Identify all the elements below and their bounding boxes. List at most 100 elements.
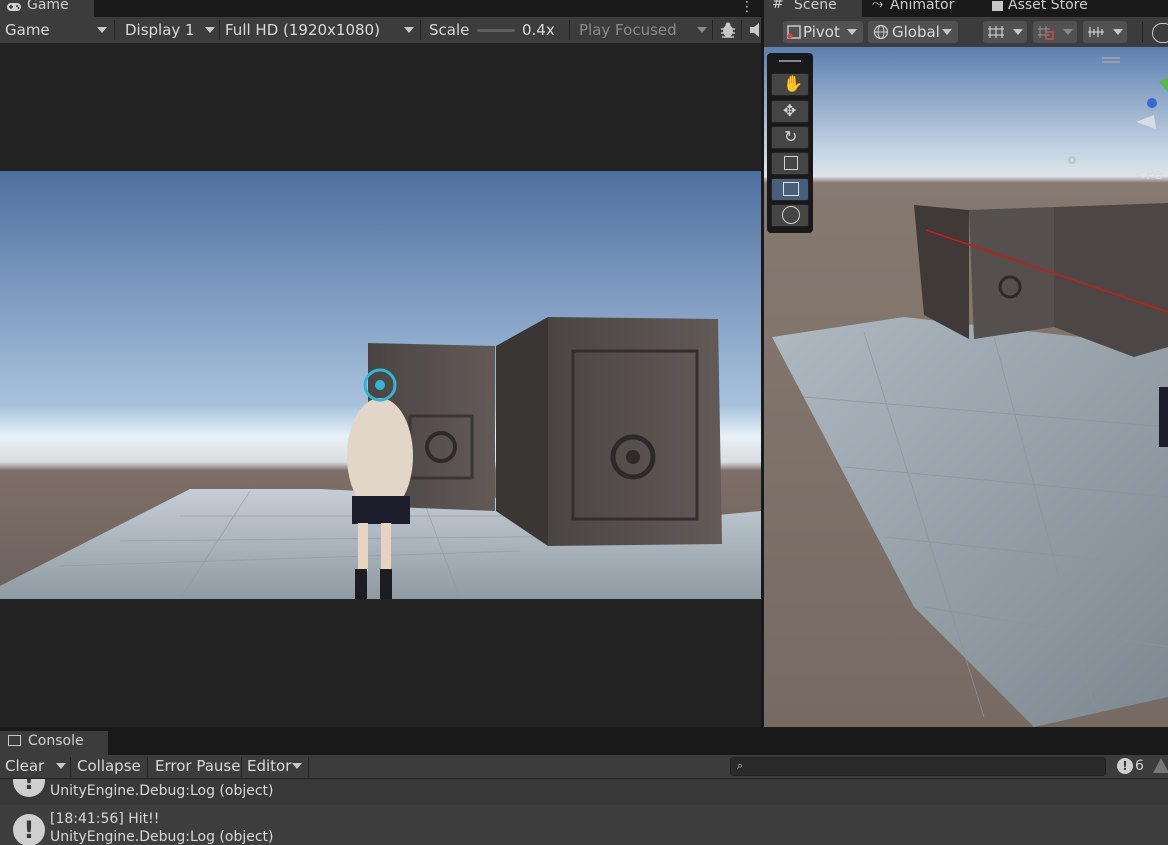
ruler-toggle[interactable] [1083,21,1127,43]
toolbar-divider [569,20,570,40]
scale-tool-button[interactable] [771,152,809,175]
scale-control: Scale 0.4x [429,19,569,41]
tab-console[interactable]: Console [0,731,108,755]
play-mode-dropdown[interactable]: Play Focused [579,19,711,41]
log-count-toggle[interactable]: ! 6 [1114,755,1152,779]
tool-panel: ✋ ✥ ↻ [767,53,813,233]
info-icon: ! [13,814,45,845]
tab-game-label: Game [27,0,69,13]
chevron-down-icon [56,763,66,769]
resolution-label: Full HD (1920x1080) [225,21,380,39]
scale-value: 0.4x [522,21,555,39]
toolbar-divider [241,757,242,777]
console-icon [8,735,21,746]
collapse-toggle[interactable]: Collapse [77,755,141,777]
console-tabbar: Console [0,727,1168,755]
console-toolbar: Clear Collapse Error Pause Editor ⌕ ! 6 [0,755,1168,779]
hand-tool-button[interactable]: ✋ [771,73,809,96]
display-label: Display 1 [125,21,195,39]
store-icon [992,1,1003,11]
game-tab-menu-icon[interactable]: ⋮ [740,0,754,15]
ruler-icon [1088,27,1104,37]
animator-icon: ⤳ [872,0,884,12]
pivot-label: Pivot [803,23,840,41]
grid-icon: # [772,0,784,12]
chevron-down-icon [1113,29,1123,35]
rect-icon [783,182,799,196]
toolbar-divider [219,20,220,40]
game-view[interactable] [0,43,761,727]
chevron-down-icon [1013,29,1023,35]
chevron-down-icon [404,27,414,33]
tab-scene-label: Scene [794,0,837,13]
chevron-down-icon [1063,29,1073,35]
clear-label: Clear [5,757,45,775]
search-scene-icon[interactable] [1152,23,1168,43]
log-line-1: [18:41:56] Hit!! [50,811,160,827]
log-count: 6 [1135,758,1144,774]
view-mode-dropdown[interactable]: Game [5,19,113,41]
display-dropdown[interactable]: Display 1 [125,19,217,41]
tab-scene[interactable]: # Scene [764,0,862,17]
scene-render-image [764,47,1168,727]
increment-snap-icon [1038,26,1054,40]
clear-button[interactable]: Clear [5,755,70,777]
chevron-down-icon [205,27,215,33]
game-render-image [0,171,761,599]
toolbar-divider [712,20,713,40]
game-toolbar: Game Display 1 Full HD (1920x1080) Scale… [0,17,761,43]
audio-icon[interactable] [749,22,761,38]
toolbar-divider [1142,22,1143,42]
pivot-icon [787,25,801,39]
info-icon: ! [1117,758,1133,774]
toolbar-divider [308,757,309,777]
warning-icon[interactable] [1153,758,1168,773]
rotate-icon: ↻ [784,127,798,146]
chevron-down-icon [97,27,107,33]
tab-animator-label: Animator [890,0,955,13]
move-icon: ✥ [783,101,797,120]
tab-asset-store[interactable]: Asset Store [982,0,1168,17]
global-toggle[interactable]: Global [868,21,958,43]
chevron-down-icon [942,29,952,35]
rotate-tool-button[interactable]: ↻ [771,126,809,149]
panel-grip-icon[interactable] [779,60,801,62]
game-render[interactable] [0,171,761,599]
rect-tool-button[interactable] [771,178,809,201]
globe-icon [873,24,889,40]
toolbar-divider [70,757,71,777]
console-search-input[interactable]: ⌕ [730,757,1106,776]
grid-snap-toggle[interactable] [983,21,1027,43]
transform-tool-button[interactable] [771,204,809,227]
hand-icon: ✋ [783,74,803,93]
tab-animator[interactable]: ⤳ Animator [864,0,980,17]
grid-snap-icon [988,26,1004,38]
error-pause-toggle[interactable]: Error Pause [155,755,240,777]
tab-console-label: Console [28,733,84,749]
view-mode-label: Game [5,21,50,39]
log-entry[interactable]: ! UnityEngine.Debug:Log (object) [0,779,1168,805]
log-entry[interactable]: ! [18:41:56] Hit!! UnityEngine.Debug:Log… [0,805,1168,845]
chevron-down-icon [697,27,707,33]
log-line-2: UnityEngine.Debug:Log (object) [50,783,274,799]
increment-snap-toggle[interactable] [1033,21,1077,43]
perspective-label[interactable]: <Pe [1134,167,1162,183]
game-tabbar: Game ⋮ [0,0,761,17]
move-tool-button[interactable]: ✥ [771,100,809,123]
tab-asset-store-label: Asset Store [1008,0,1088,13]
gamepad-icon [7,3,21,11]
editor-label: Editor [247,757,292,775]
toolbar-divider [147,757,148,777]
bug-icon[interactable] [719,21,737,39]
toolbar-divider [741,20,742,40]
tab-game[interactable]: Game [0,0,94,17]
scale-slider[interactable] [477,29,515,32]
log-line-2: UnityEngine.Debug:Log (object) [50,829,274,845]
editor-dropdown[interactable]: Editor [247,755,307,777]
scale-icon [784,156,798,170]
console-log-list[interactable]: ! UnityEngine.Debug:Log (object) ! [18:4… [0,779,1168,845]
pivot-toggle[interactable]: Pivot [783,21,863,43]
scene-view[interactable]: <Pe [764,47,1168,727]
scene-tabbar: # Scene ⤳ Animator Asset Store [764,0,1168,17]
resolution-dropdown[interactable]: Full HD (1920x1080) [225,19,417,41]
